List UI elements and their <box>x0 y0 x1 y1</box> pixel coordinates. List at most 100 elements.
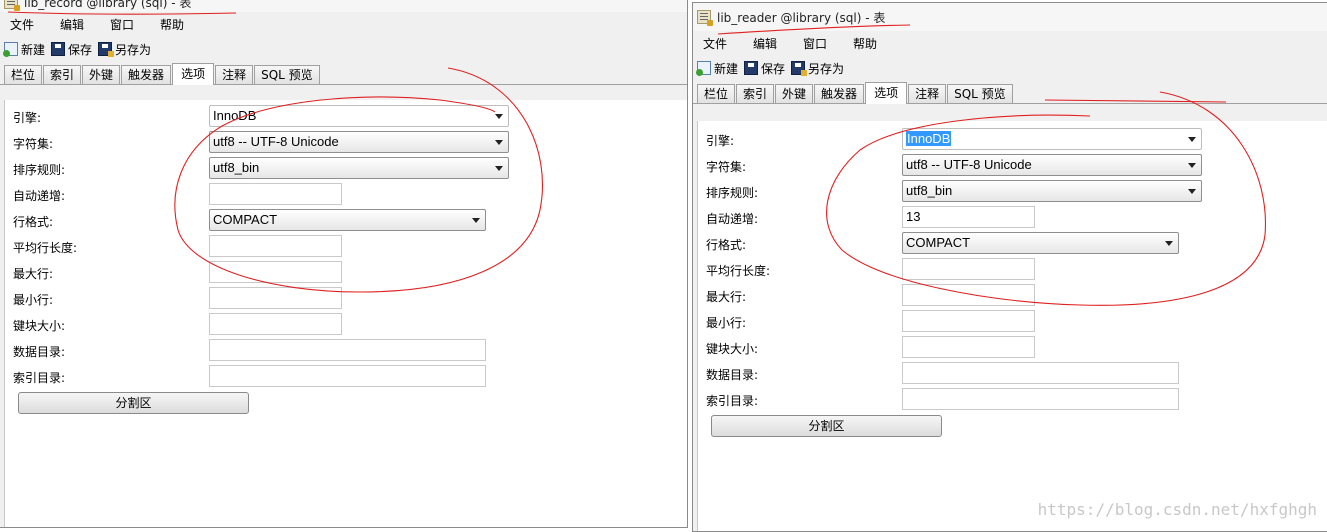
row-format-select[interactable]: COMPACT <box>209 209 486 231</box>
charset-select[interactable]: utf8 -- UTF-8 Unicode <box>902 154 1202 176</box>
collation-label: 排序规则: <box>13 163 66 177</box>
tab-comment[interactable]: 注释 <box>215 65 254 84</box>
data-directory-input[interactable] <box>902 362 1179 384</box>
collation-select[interactable]: utf8_bin <box>209 157 509 179</box>
save-button-label: 保存 <box>68 42 93 57</box>
collation-value: utf8_bin <box>906 183 953 198</box>
max-rows-row: 最大行: <box>5 260 687 286</box>
menu-edit[interactable]: 编辑 <box>747 35 783 52</box>
row-format-select[interactable]: COMPACT <box>902 232 1179 254</box>
tab-triggers[interactable]: 触发器 <box>121 65 172 84</box>
key-block-size-row: 键块大小: <box>5 312 687 338</box>
row-format-value: COMPACT <box>906 235 971 250</box>
menu-file[interactable]: 文件 <box>697 35 733 52</box>
menu-bar: 文件 编辑 窗口 帮助 <box>0 12 687 36</box>
tab-foreign-keys[interactable]: 外键 <box>775 84 814 103</box>
min-rows-input[interactable] <box>209 287 342 309</box>
index-directory-input[interactable] <box>902 388 1179 410</box>
toolbar: 新建 保存 另存为 <box>693 55 1327 81</box>
tab-foreign-keys[interactable]: 外键 <box>82 65 121 84</box>
auto-increment-input[interactable]: 13 <box>902 206 1035 228</box>
save-as-icon <box>791 61 808 76</box>
chevron-down-icon <box>1165 241 1173 246</box>
max-rows-input[interactable] <box>902 284 1035 306</box>
avg-row-length-input[interactable] <box>902 258 1035 280</box>
new-button[interactable]: 新建 <box>3 41 46 58</box>
options-panel: 引擎: InnoDB 字符集: utf8 -- UTF-8 Unicode 排序… <box>4 100 687 527</box>
desktop: { "left_window": { "title": "lib_record … <box>0 0 1327 532</box>
chevron-down-icon <box>1188 163 1196 168</box>
charset-label: 字符集: <box>706 160 747 174</box>
tab-triggers[interactable]: 触发器 <box>814 84 865 103</box>
avg-row-length-row: 平均行长度: <box>5 234 687 260</box>
charset-select[interactable]: utf8 -- UTF-8 Unicode <box>209 131 509 153</box>
save-as-button[interactable]: 另存为 <box>98 41 151 58</box>
key-block-size-input[interactable] <box>902 336 1035 358</box>
menu-help[interactable]: 帮助 <box>154 16 190 33</box>
key-block-size-label: 键块大小: <box>13 319 66 333</box>
collation-label: 排序规则: <box>706 186 759 200</box>
data-directory-label: 数据目录: <box>13 345 66 359</box>
max-rows-row: 最大行: <box>698 283 1327 309</box>
engine-select[interactable]: InnoDB <box>209 105 509 127</box>
options-panel: 引擎: InnoDB 字符集: utf8 -- UTF-8 Unicode 排序… <box>697 121 1327 531</box>
watermark: https://blog.csdn.net/hxfghgh <box>1037 500 1317 519</box>
tab-indexes[interactable]: 索引 <box>43 65 82 84</box>
tab-strip: 栏位 索引 外键 触发器 选项 注释 SQL 预览 <box>0 62 687 85</box>
tab-options[interactable]: 选项 <box>865 82 908 104</box>
auto-increment-label: 自动递增: <box>13 189 66 203</box>
key-block-size-input[interactable] <box>209 313 342 335</box>
partition-button[interactable]: 分割区 <box>18 392 249 414</box>
save-as-icon <box>98 42 115 57</box>
tab-sql-preview[interactable]: SQL 预览 <box>947 84 1013 103</box>
max-rows-input[interactable] <box>209 261 342 283</box>
index-directory-label: 索引目录: <box>706 394 759 408</box>
chevron-down-icon <box>472 218 480 223</box>
new-button[interactable]: 新建 <box>696 60 739 77</box>
collation-row: 排序规则: utf8_bin <box>5 156 687 182</box>
key-block-size-label: 键块大小: <box>706 342 759 356</box>
engine-select[interactable]: InnoDB <box>902 128 1202 150</box>
save-as-button-label: 另存为 <box>808 61 845 76</box>
data-directory-label: 数据目录: <box>706 368 759 382</box>
row-format-label: 行格式: <box>13 215 54 229</box>
engine-label: 引擎: <box>706 134 735 148</box>
collation-select[interactable]: utf8_bin <box>902 180 1202 202</box>
new-button-label: 新建 <box>21 42 46 57</box>
menu-file[interactable]: 文件 <box>4 16 40 33</box>
avg-row-length-label: 平均行长度: <box>706 264 771 278</box>
index-directory-input[interactable] <box>209 365 486 387</box>
auto-increment-input[interactable] <box>209 183 342 205</box>
tab-fields[interactable]: 栏位 <box>697 84 736 103</box>
key-block-size-row: 键块大小: <box>698 335 1327 361</box>
new-button-label: 新建 <box>714 61 739 76</box>
tab-indexes[interactable]: 索引 <box>736 84 775 103</box>
charset-value: utf8 -- UTF-8 Unicode <box>213 134 339 149</box>
menu-edit[interactable]: 编辑 <box>54 16 90 33</box>
partition-button[interactable]: 分割区 <box>711 415 942 437</box>
new-table-icon <box>696 61 711 76</box>
min-rows-label: 最小行: <box>706 316 747 330</box>
data-directory-input[interactable] <box>209 339 486 361</box>
save-button[interactable]: 保存 <box>51 41 92 58</box>
menu-window[interactable]: 窗口 <box>104 16 140 33</box>
tab-options[interactable]: 选项 <box>172 63 215 85</box>
min-rows-input[interactable] <box>902 310 1035 332</box>
tab-sql-preview[interactable]: SQL 预览 <box>254 65 320 84</box>
window-title: lib_record @library (sql) - 表 <box>24 0 192 10</box>
engine-value: InnoDB <box>213 108 257 123</box>
index-directory-row: 索引目录: <box>5 364 687 390</box>
tab-fields[interactable]: 栏位 <box>4 65 43 84</box>
max-rows-label: 最大行: <box>13 267 54 281</box>
menu-help[interactable]: 帮助 <box>847 35 883 52</box>
tab-comment[interactable]: 注释 <box>908 84 947 103</box>
save-as-button[interactable]: 另存为 <box>791 60 844 77</box>
table-icon <box>697 10 713 26</box>
engine-row: 引擎: InnoDB <box>5 104 687 130</box>
window-title: lib_reader @library (sql) - 表 <box>717 10 886 25</box>
save-button[interactable]: 保存 <box>744 60 785 77</box>
chevron-down-icon <box>1188 189 1196 194</box>
menu-window[interactable]: 窗口 <box>797 35 833 52</box>
engine-row: 引擎: InnoDB <box>698 127 1327 153</box>
avg-row-length-input[interactable] <box>209 235 342 257</box>
